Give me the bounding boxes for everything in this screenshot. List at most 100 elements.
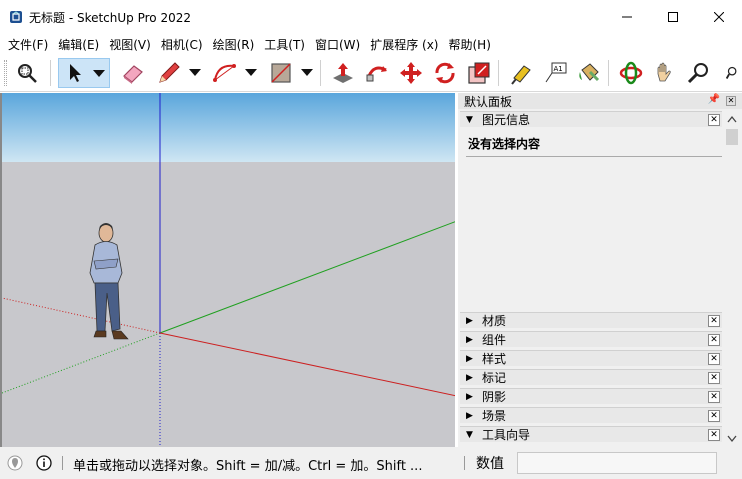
minimize-button[interactable] [604,0,650,34]
panel-label: 样式 [482,352,507,366]
scroll-up-icon[interactable] [724,113,740,127]
panel-close-button[interactable]: ✕ [708,334,720,346]
menu-camera[interactable]: 相机(C) [156,36,208,53]
pan-tool-button[interactable] [650,58,680,88]
tags-header[interactable]: ▶ 标记 ✕ [460,369,722,385]
zoom-window-icon [18,64,37,83]
styles-header[interactable]: ▶ 样式 ✕ [460,350,722,366]
tray-title-bar: 默认面板 📌 ✕ [458,93,742,109]
menu-help[interactable]: 帮助(H) [443,36,495,53]
zoom-icon [687,63,708,84]
close-icon [714,12,724,22]
drawing-area[interactable] [0,93,455,447]
measurements-input[interactable] [517,452,717,474]
toolbar-separator [608,60,609,86]
measurements-label: 数值 [476,456,504,472]
menu-window[interactable]: 窗口(W) [310,36,365,53]
panel-label: 标记 [482,371,507,385]
arc-tool-button[interactable] [210,58,240,88]
maximize-button[interactable] [650,0,696,34]
expand-arrow-icon: ▶ [466,334,473,345]
default-tray: 默认面板 📌 ✕ ▼ 图元信息 ✕ 没有选择内容 ▶ 材质 ✕ ▶ 组件 ✕ ▶… [458,93,742,447]
toolbar: A1 [0,54,742,92]
entity-info-header[interactable]: ▼ 图元信息 ✕ [460,111,722,127]
panel-close-button[interactable]: ✕ [708,410,720,422]
menu-extensions[interactable]: 扩展程序 (x) [365,36,443,53]
paint-bucket-tool-button[interactable] [574,58,604,88]
info-icon[interactable] [36,455,52,471]
rectangle-tool-button[interactable] [266,58,296,88]
shadows-header[interactable]: ▶ 阴影 ✕ [460,388,722,404]
rectangle-tool-dropdown[interactable] [300,58,314,88]
rotate-icon [435,62,455,84]
viewport-canvas[interactable] [2,93,455,447]
sketchup-logo-icon [10,11,22,23]
select-icon [70,64,81,82]
push-pull-icon [333,63,353,83]
scroll-thumb[interactable] [726,129,738,145]
tray-close-button[interactable]: ✕ [726,96,736,106]
tray-title: 默认面板 [464,94,513,109]
expand-arrow-icon: ▶ [466,391,473,402]
zoom-tool-button[interactable] [684,58,714,88]
status-bar: 单击或拖动以选择对象。Shift = 加/减。Ctrl = 加。Shift ..… [0,447,742,479]
panel-label: 组件 [482,333,507,347]
status-divider [464,456,465,470]
panel-close-button[interactable]: ✕ [708,353,720,365]
menu-file[interactable]: 文件(F) [3,36,53,53]
line-tool-button[interactable] [154,58,184,88]
minimize-icon [622,16,632,18]
title-bar: 无标题 - SketchUp Pro 2022 [0,0,742,34]
toolbar-separator [320,60,321,86]
chevron-down-icon [93,70,105,77]
panel-close-button[interactable]: ✕ [708,315,720,327]
arc-icon [213,64,236,82]
panel-label: 工具向导 [482,428,531,442]
close-button[interactable] [696,0,742,34]
instructor-header[interactable]: ▼ 工具向导 ✕ [460,426,722,442]
toolbar-grip[interactable] [4,60,7,86]
menu-view[interactable]: 视图(V) [104,36,156,53]
status-hint: 单击或拖动以选择对象。Shift = 加/减。Ctrl = 加。Shift ..… [73,459,423,474]
panel-close-button[interactable]: ✕ [708,429,720,441]
divider [466,156,722,157]
move-tool-button[interactable] [396,58,426,88]
pin-icon[interactable]: 📌 [708,94,720,105]
arc-tool-dropdown[interactable] [244,58,258,88]
ground [2,162,455,447]
scroll-down-icon[interactable] [724,431,740,445]
materials-header[interactable]: ▶ 材质 ✕ [460,312,722,328]
collapse-arrow-icon: ▼ [466,114,473,125]
orbit-tool-button[interactable] [616,58,646,88]
line-tool-dropdown[interactable] [188,58,202,88]
panel-close-button[interactable]: ✕ [708,114,720,126]
tape-measure-icon [511,65,531,85]
scale-icon [468,62,490,84]
zoom-window-button[interactable] [12,58,42,88]
tape-measure-tool-button[interactable] [506,58,536,88]
menu-tools[interactable]: 工具(T) [259,36,310,53]
scenes-header[interactable]: ▶ 场景 ✕ [460,407,722,423]
sky [2,93,455,162]
panel-close-button[interactable]: ✕ [708,391,720,403]
tray-scrollbar[interactable] [724,111,740,447]
panel-label: 材质 [482,314,507,328]
push-pull-tool-button[interactable] [328,58,358,88]
zoom-extents-tool-button[interactable] [718,58,742,88]
paint-bucket-icon [579,63,600,82]
menu-draw[interactable]: 绘图(R) [208,36,260,53]
window-title: 无标题 - SketchUp Pro 2022 [29,10,191,25]
eraser-tool-button[interactable] [118,58,148,88]
rotate-tool-button[interactable] [430,58,460,88]
follow-me-tool-button[interactable] [362,58,392,88]
geo-location-icon[interactable] [7,455,23,471]
text-tool-button[interactable]: A1 [540,58,570,88]
panel-close-button[interactable]: ✕ [708,372,720,384]
chevron-down-icon [245,69,257,76]
expand-arrow-icon: ▶ [466,410,473,421]
components-header[interactable]: ▶ 组件 ✕ [460,331,722,347]
follow-me-icon [366,66,387,82]
select-tool-button[interactable] [58,58,110,88]
menu-edit[interactable]: 编辑(E) [53,36,104,53]
scale-tool-button[interactable] [464,58,494,88]
